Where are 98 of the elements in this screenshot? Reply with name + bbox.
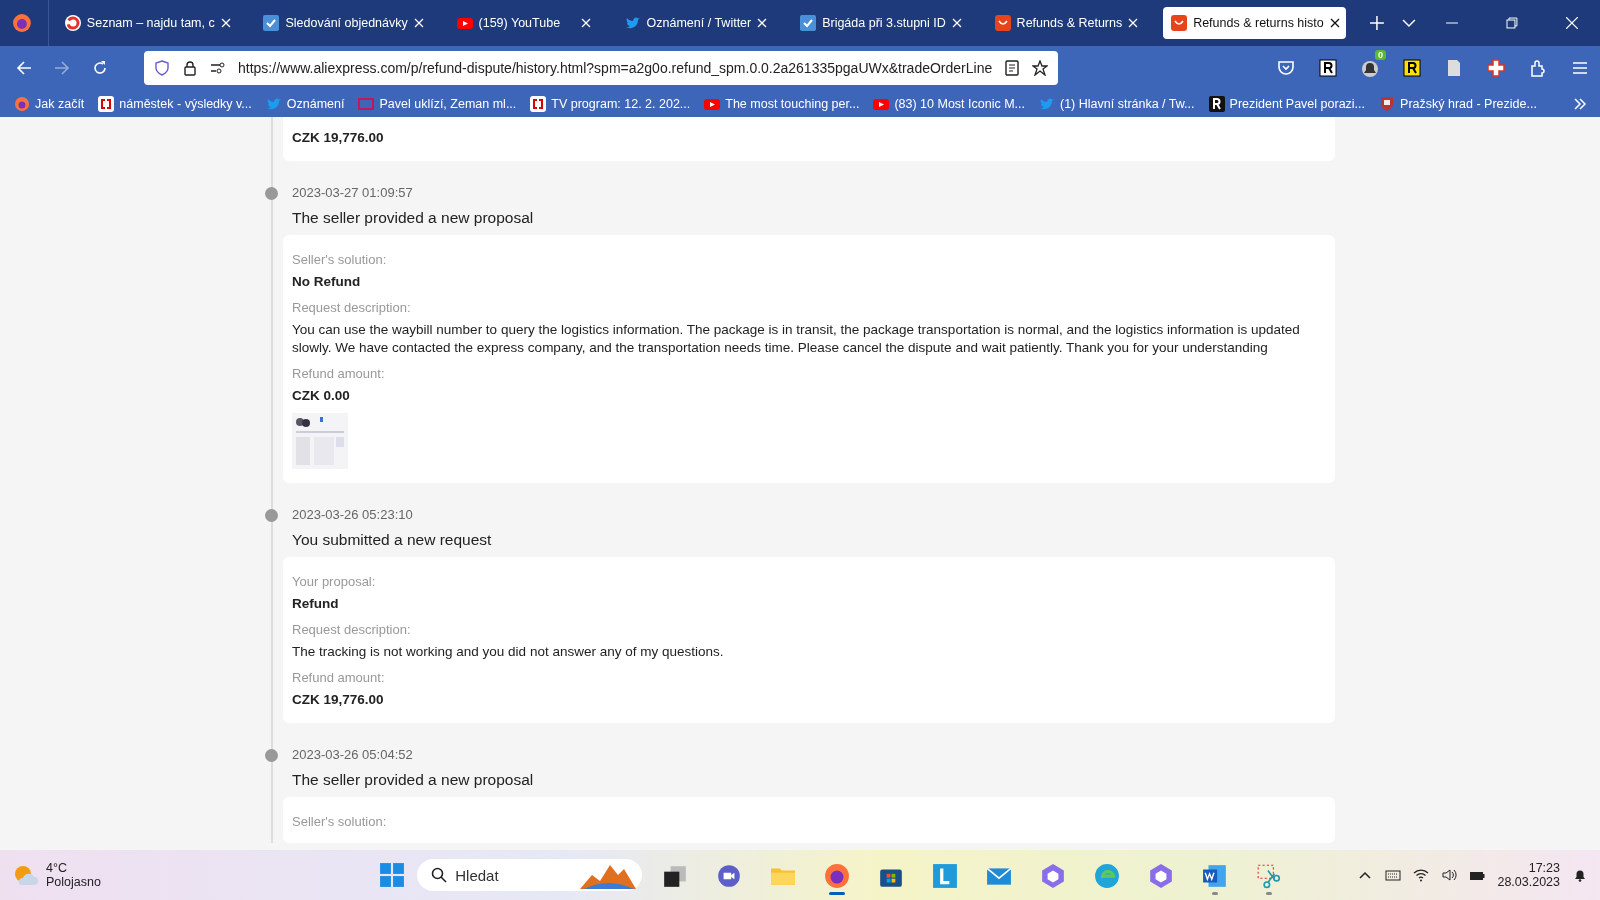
- checkbox-icon: [263, 15, 280, 31]
- field-label: Seller's solution:: [292, 252, 388, 267]
- field-value: CZK 19,776.00: [292, 129, 385, 147]
- timeline-dot: [265, 749, 278, 762]
- field-label: Refund amount:: [292, 670, 386, 685]
- tab-title: Sledování objednávky: [285, 16, 408, 30]
- event-title: The seller provided a new proposal: [292, 209, 535, 227]
- bag-icon: [1171, 15, 1188, 31]
- more-chevrons-icon[interactable]: [1572, 95, 1588, 112]
- reload-icon[interactable]: [92, 60, 108, 76]
- lock-icon: [182, 60, 198, 76]
- r-logo-icon[interactable]: [1318, 58, 1338, 78]
- bell-icon[interactable]: [1360, 58, 1380, 78]
- bookmark[interactable]: (1) Hlavní stránka / Tw...: [1039, 95, 1195, 112]
- field-value: CZK 19,776.00: [292, 691, 385, 709]
- bookmark[interactable]: Prezident Pavel porazi...: [1208, 95, 1366, 112]
- field-value: Refund: [292, 595, 340, 613]
- browser-tab[interactable]: Brigáda při 3.stupni ID: [792, 7, 969, 39]
- puzzle-icon[interactable]: [1528, 58, 1548, 78]
- brackets-logo-icon: [98, 95, 115, 112]
- tab-title: Refunds & Returns: [1016, 16, 1123, 30]
- wifi-icon[interactable]: [1413, 867, 1430, 883]
- close-icon[interactable]: [1329, 18, 1340, 28]
- tab-title: Seznam – najdu tam, c: [86, 16, 215, 30]
- event-time: 2023-03-26 05:23:10: [292, 507, 414, 522]
- clock-date[interactable]: 28.03.2023: [1497, 875, 1560, 889]
- bookmark[interactable]: Jak začít: [14, 95, 85, 112]
- brackets-logo-icon: [530, 95, 547, 112]
- cross-icon[interactable]: [1486, 58, 1506, 78]
- tab-title: Oznámení / Twitter: [646, 16, 752, 30]
- url-text: https://www.aliexpress.com/p/refund-dispute/history.html?spm=a2g0o.refund_spm.0.0.2a261335pgaUWx&tradeOrderLine: [238, 60, 993, 76]
- field-value: You can use the waybill number to query the logistics information. The package is in transit, the package transportation is normal, and the logistics information is updated slowly. We have contacted the express company, and the transportation needs time. Please cancel the dispute and wait patiently. Thank you for your understanding: [292, 321, 1301, 357]
- bookmark[interactable]: Oznámení: [265, 95, 345, 112]
- bookmark[interactable]: TV program: 12. 2. 202...: [530, 95, 691, 112]
- play-icon: [456, 15, 473, 31]
- speaker-icon[interactable]: [1441, 867, 1458, 883]
- s-logo-icon: [64, 15, 81, 31]
- field-label: Refund amount:: [292, 366, 386, 381]
- shield-icon: [154, 60, 170, 76]
- keyboard-icon[interactable]: [1385, 867, 1402, 883]
- restore-icon[interactable]: [1506, 17, 1519, 29]
- word-icon[interactable]: [1202, 863, 1229, 889]
- tab-title: (159) YouTube: [478, 16, 562, 30]
- browser-tab[interactable]: Oznámení / Twitter: [616, 7, 775, 39]
- plus-icon[interactable]: [1370, 16, 1385, 30]
- pocket-icon[interactable]: [1276, 58, 1296, 78]
- firefox-icon[interactable]: [824, 863, 851, 889]
- bookmark[interactable]: The most touching per...: [704, 95, 860, 112]
- browser-tab[interactable]: (159) YouTube: [448, 7, 599, 39]
- video-chat-icon[interactable]: [716, 863, 743, 889]
- task-view-icon[interactable]: [662, 863, 689, 889]
- event-time: 2023-03-27 01:09:57: [292, 185, 414, 200]
- permissions-icon: [210, 60, 226, 76]
- r-logo-icon[interactable]: [1402, 58, 1422, 78]
- temperature: 4°C: [46, 861, 68, 875]
- field-label: Request description:: [292, 300, 412, 315]
- clock-time[interactable]: 17:23: [1528, 861, 1560, 875]
- browser-tab[interactable]: Refunds & returns histo: [1163, 7, 1347, 39]
- hexagon-logo-icon[interactable]: [1040, 863, 1067, 889]
- tab-title: Brigáda při 3.stupni ID: [822, 16, 946, 30]
- crest-icon: [1379, 95, 1396, 112]
- bookmark[interactable]: Pražský hrad - Prezide...: [1379, 95, 1537, 112]
- field-label: Seller's solution:: [292, 814, 388, 829]
- timeline-dot: [265, 509, 278, 522]
- field-value: No Refund: [292, 273, 362, 291]
- frame-icon: [358, 95, 375, 112]
- timeline-dot: [265, 187, 278, 200]
- checkbox-icon: [800, 15, 817, 31]
- bag-icon: [994, 15, 1011, 31]
- field-label: Request description:: [292, 622, 412, 637]
- star-icon[interactable]: [1032, 60, 1049, 76]
- firefox-icon: [14, 95, 30, 112]
- weather-condition: Polojasno: [46, 875, 101, 889]
- search-field[interactable]: Hledat: [417, 859, 643, 891]
- back-icon[interactable]: [16, 60, 32, 76]
- event-title: You submitted a new request: [292, 531, 493, 549]
- firefox-icon[interactable]: [12, 13, 32, 33]
- bookmark[interactable]: Pavel uklízí, Zeman ml...: [358, 95, 517, 112]
- tab-title: Refunds & returns histo: [1193, 16, 1324, 30]
- hexagon-logo-icon[interactable]: [1148, 863, 1175, 889]
- r-logo-icon: [1208, 95, 1225, 112]
- field-label: Your proposal:: [292, 574, 377, 589]
- windows-start-icon[interactable]: [379, 862, 406, 888]
- browser-tab[interactable]: Refunds & Returns: [986, 7, 1146, 39]
- bookmark[interactable]: náměstek - výsledky v...: [98, 95, 252, 112]
- event-time: 2023-03-26 05:04:52: [292, 747, 414, 762]
- bookmark[interactable]: (83) 10 Most Iconic M...: [873, 95, 1025, 112]
- field-value: The tracking is not working and you did not answer any of my questions.: [292, 643, 725, 661]
- browser-tab[interactable]: Sledování objednávky: [255, 7, 431, 39]
- scissors-icon[interactable]: [1256, 863, 1283, 889]
- notification-count: 0: [1375, 50, 1386, 60]
- field-value: CZK 0.00: [292, 387, 351, 405]
- browser-tab[interactable]: Seznam – najdu tam, c: [56, 7, 238, 39]
- address-bar[interactable]: https://www.aliexpress.com/p/refund-dispute/history.html?spm=a2g0o.refund_spm.0.0.2a261335pgaUWx&tradeOrderLine: [144, 51, 1059, 85]
- l-tile-icon[interactable]: [932, 863, 959, 889]
- reader-icon[interactable]: [1004, 60, 1021, 76]
- bird-icon: [624, 15, 641, 31]
- event-title: The seller provided a new proposal: [292, 771, 535, 789]
